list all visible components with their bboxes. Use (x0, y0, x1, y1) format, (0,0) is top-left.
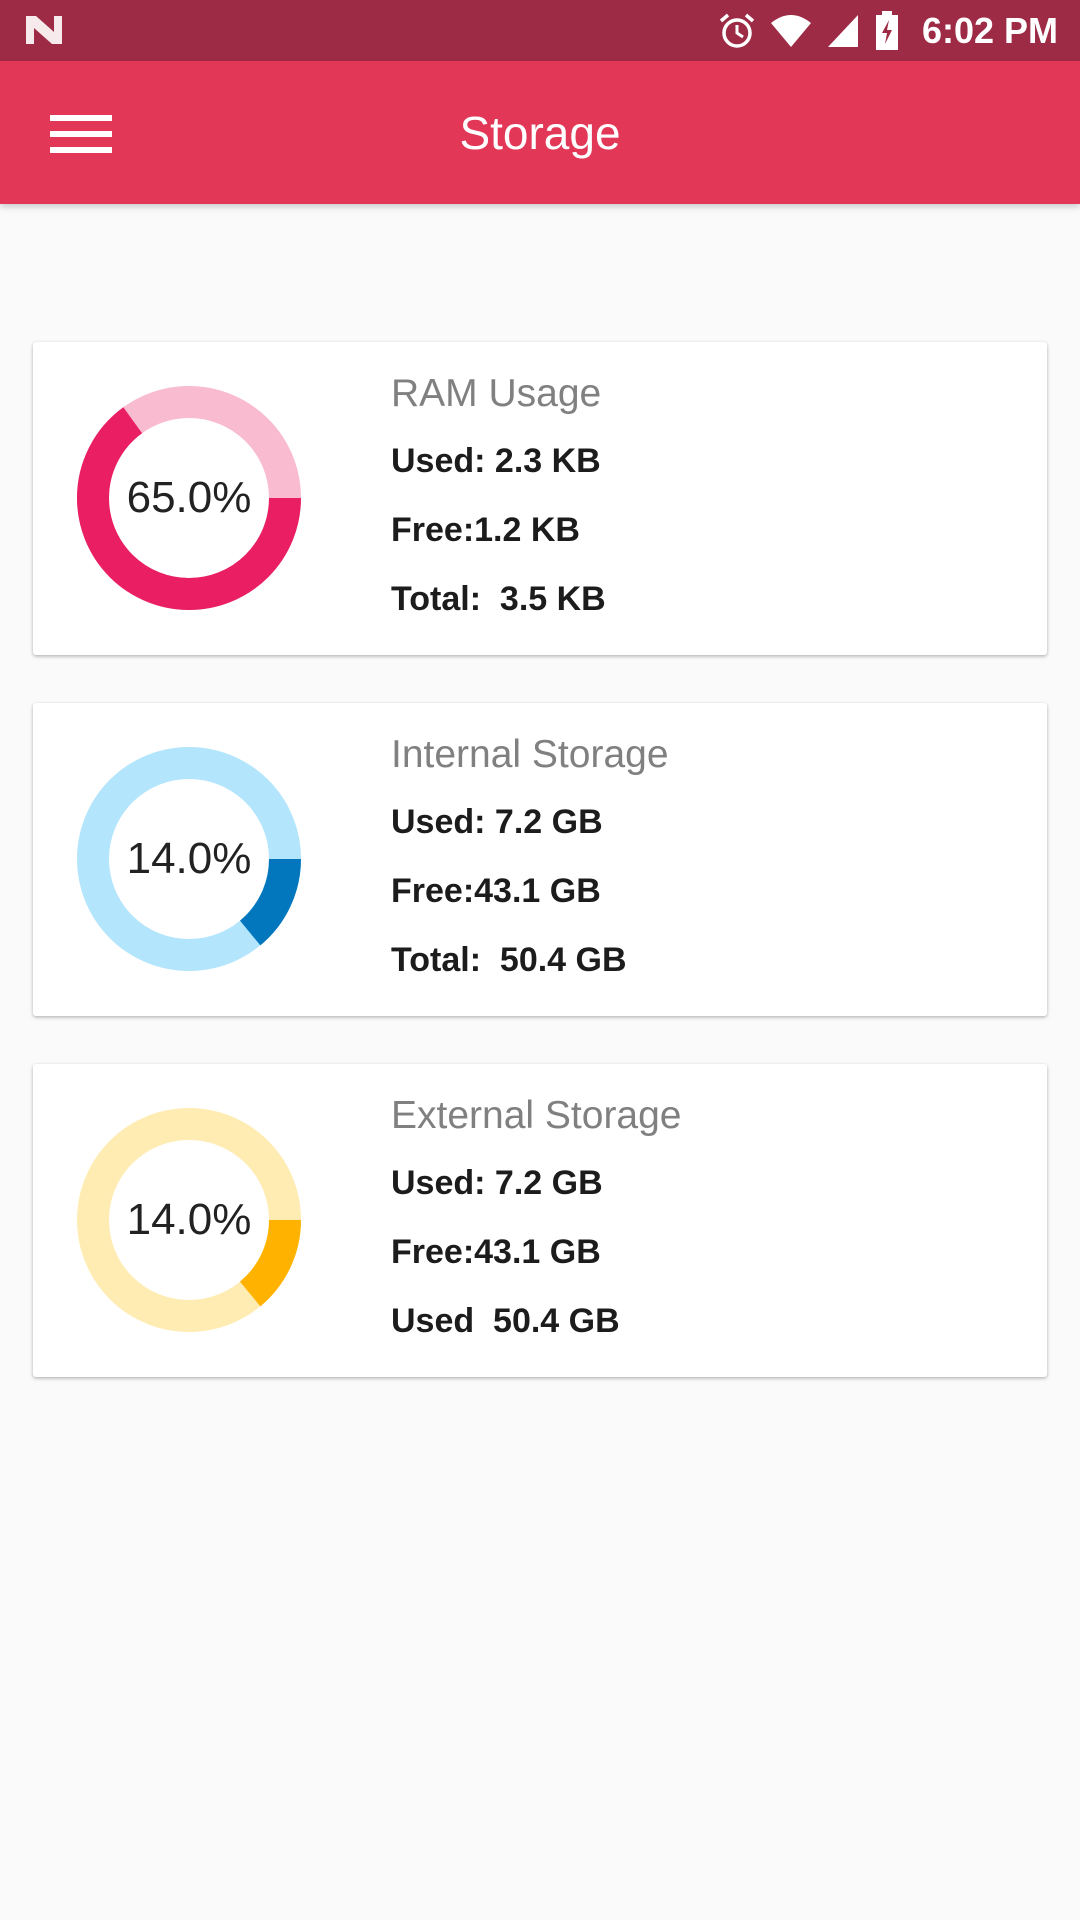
donut-percent-label: 65.0% (126, 473, 252, 522)
used-total-row: Used 50.4 GB (391, 1302, 620, 1340)
card-title: Internal Storage (391, 733, 669, 776)
app-bar: Storage (0, 61, 1080, 204)
android-n-icon (26, 16, 62, 44)
status-bar: 6:02 PM (0, 0, 1080, 61)
card-title: External Storage (391, 1094, 682, 1137)
page-title: Storage (459, 107, 621, 159)
alarm-icon (719, 13, 755, 48)
free-row: Free:43.1 GB (391, 1233, 601, 1271)
ram-donut-chart: 65.0% (71, 380, 307, 616)
internal-storage-card: 14.0% Internal Storage Used: 7.2 GB Free… (33, 703, 1047, 1016)
wifi-icon (770, 14, 811, 47)
free-row: Free:1.2 KB (391, 511, 580, 549)
external-donut-chart: 14.0% (71, 1102, 307, 1338)
status-time: 6:02 PM (921, 9, 1058, 51)
used-row: Used: 2.3 KB (391, 442, 601, 480)
total-row: Total: 3.5 KB (391, 580, 606, 618)
donut-percent-label: 14.0% (126, 834, 252, 883)
donut-percent-label: 14.0% (126, 1195, 252, 1244)
free-row: Free:43.1 GB (391, 872, 601, 910)
external-storage-card: 14.0% External Storage Used: 7.2 GB Free… (33, 1064, 1047, 1377)
total-row: Total: 50.4 GB (391, 941, 627, 979)
used-row: Used: 7.2 GB (391, 1164, 603, 1202)
ram-usage-card: 65.0% RAM Usage Used: 2.3 KB Free:1.2 KB… (33, 342, 1047, 655)
cell-signal-icon (827, 14, 858, 47)
internal-donut-chart: 14.0% (71, 741, 307, 977)
used-row: Used: 7.2 GB (391, 803, 603, 841)
card-title: RAM Usage (391, 372, 602, 415)
battery-charging-icon (875, 10, 898, 50)
